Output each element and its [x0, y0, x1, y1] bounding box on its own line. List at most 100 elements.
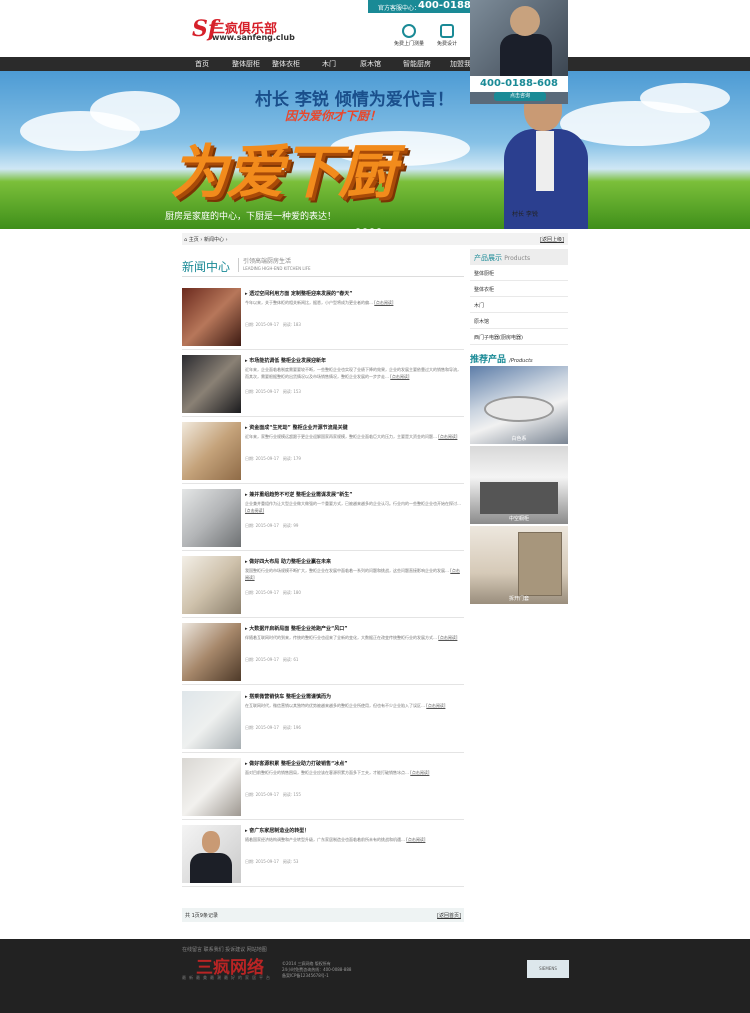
news-title[interactable]: ▸ 资金面成“生死劫” 整柜企业开源节流是关键: [245, 424, 348, 431]
breadcrumb-home[interactable]: 主页: [189, 237, 199, 243]
bullet-icon: ▸: [245, 626, 248, 632]
news-title[interactable]: ▸ 奋广东家居制造业的转型！: [245, 827, 309, 834]
site-footer: 在线留言 联系我们 投诉建议 网站地图 三疯网络 最新最美最潮最好的家居平台 ©…: [0, 939, 750, 1013]
news-item[interactable]: ▸ 做好四大布局 助力整柜企业赢在未来 我国整柜行业的市场规模不断扩大，整柜企业在…: [182, 556, 464, 618]
news-title[interactable]: ▸ 大数据开启新局面 整柜企业抢跑产业“风口”: [245, 625, 348, 632]
news-views: 阅读: 179: [282, 456, 301, 461]
read-more-link[interactable]: [点击阅读]: [245, 508, 264, 513]
floating-ad[interactable]: 400-0188-608 点击咨询: [470, 0, 568, 104]
nav-item-smart-kitchen[interactable]: 智能厨房: [403, 59, 431, 69]
read-more-link[interactable]: [点击阅读]: [426, 703, 445, 708]
design-link[interactable]: 免费设计: [432, 24, 462, 47]
read-more-link[interactable]: [点击阅读]: [406, 837, 425, 842]
news-thumbnail[interactable]: [182, 758, 241, 816]
site-logo[interactable]: Sf 三疯俱乐部 www.sanfeng.club: [192, 16, 322, 44]
recommend-product[interactable]: 拆开门套: [470, 526, 568, 604]
product-caption: 中空橱柜: [508, 516, 529, 522]
news-item[interactable]: ▸ 奋广东家居制造业的转型！ 随着国家经济结构调整和产业转型升级，广东家居制造业也…: [182, 825, 464, 887]
page-subtitle: 引领高端厨房生活 LEADING HIGH-END KITCHEN LIFE: [238, 258, 311, 272]
news-item[interactable]: ▸ 搭乘微营销快车 整柜企业需谨慎而为在互联网时代，微信营销以其独特的优势被越来…: [182, 691, 464, 753]
news-excerpt-text: 近年来，企业面临着制度需要要较不断，一些整柜企业也实现了业绩下降的效果，企业的发…: [245, 367, 461, 379]
nav-item-wood[interactable]: 原木馆: [360, 59, 381, 69]
sidebar-item-cabinets[interactable]: 整体厨柜: [470, 265, 568, 281]
news-excerpt: 伴随着互联网时代的到来，传统的整柜行业也迎来了全新的变化，大数据正在改变传统整柜…: [245, 634, 461, 649]
person-shirt: [536, 131, 554, 191]
sidebar-item-wardrobes[interactable]: 整体衣柜: [470, 281, 568, 297]
news-thumbnail[interactable]: [182, 489, 241, 547]
nav-item-cabinets[interactable]: 整体厨柜: [232, 59, 260, 69]
carousel-dot[interactable]: [363, 228, 367, 229]
news-item[interactable]: ▸ 市场能抗调低 整柜企业发展迎新年近年来，企业面临着制度需要要较不断，一些整柜…: [182, 355, 464, 417]
footer-links[interactable]: 在线留言 联系我们 投诉建议 网站地图: [182, 946, 267, 953]
nav-item-join[interactable]: 加盟我: [450, 59, 471, 69]
siemens-badge[interactable]: SIEMENS: [527, 960, 569, 978]
news-title-text: 市场能抗调低 整柜企业发展迎新年: [249, 358, 327, 364]
news-title[interactable]: ▸ 做好四大布局 助力整柜企业赢在未来: [245, 558, 331, 565]
news-meta: 日期: 2015-09-17 阅读: 153: [245, 389, 301, 395]
carousel-dot[interactable]: [377, 228, 381, 229]
carousel-dot[interactable]: [370, 228, 374, 229]
news-title-text: 大数据开启新局面 整柜企业抢跑产业“风口”: [249, 626, 348, 632]
news-thumbnail[interactable]: [182, 556, 241, 614]
news-item[interactable]: ▸ 资金面成“生死劫” 整柜企业开源节流是关键近年来，家整行业规模远超跟于更企业…: [182, 422, 464, 484]
sidebar-item-wood[interactable]: 原木馆: [470, 313, 568, 329]
nav-item-wardrobes[interactable]: 整体衣柜: [272, 59, 300, 69]
news-title[interactable]: ▸ 做好客源积累 整柜企业助力打破销售“冰点”: [245, 760, 348, 767]
nav-item-doors[interactable]: 木门: [322, 59, 336, 69]
news-title-text: 搭乘微营销快车 整柜企业需谨慎而为: [249, 694, 332, 700]
news-thumbnail[interactable]: [182, 691, 241, 749]
carousel-dot[interactable]: [356, 228, 360, 229]
news-title[interactable]: ▸ 市场能抗调低 整柜企业发展迎新年: [245, 357, 326, 364]
banner-caption: 村长 李锐: [512, 211, 538, 218]
logo-url: www.sanfeng.club: [212, 33, 295, 42]
sidebar-item-siemens[interactable]: 西门子电器(厨房电器): [470, 329, 568, 345]
news-thumbnail[interactable]: [182, 355, 241, 413]
read-more-link[interactable]: [点击阅读]: [438, 635, 457, 640]
news-views: 阅读: 61: [282, 657, 299, 662]
banner-headline: 为爱下厨: [170, 138, 396, 206]
return-home-link[interactable]: [返回首页]: [437, 912, 461, 919]
news-excerpt-text: 伴随着互联网时代的到来，传统的整柜行业也迎来了全新的变化，大数据正在改变传统整柜…: [245, 635, 437, 640]
home-icon: ⌂: [184, 237, 188, 243]
read-more-link[interactable]: [点击阅读]: [410, 770, 429, 775]
bullet-icon: ▸: [245, 694, 248, 700]
news-date: 日期: 2015-09-17: [245, 456, 279, 461]
news-meta: 日期: 2015-09-17 阅读: 53: [245, 859, 298, 865]
back-link[interactable]: [返回上级]: [540, 236, 564, 243]
news-excerpt: 随着国家经济结构调整和产业转型升级，广东家居制造业也面临着前所未有的挑战和机遇……: [245, 836, 461, 851]
news-meta: 日期: 2015-09-17 阅读: 155: [245, 792, 301, 798]
read-more-link[interactable]: [点击阅读]: [390, 374, 409, 379]
recommend-product[interactable]: 中空橱柜: [470, 446, 568, 524]
hero-banner[interactable]: 村长 李锐 倾情为爱代言！ 因为爱你才下厨！ 为爱下厨 厨房是家庭的中心，下厨是…: [0, 71, 750, 229]
read-more-link[interactable]: [点击阅读]: [374, 300, 393, 305]
page-subtitle-cn: 引领高端厨房生活: [243, 258, 292, 265]
sidebar-item-label: 西门子电器(厨房电器): [474, 335, 523, 341]
carousel-dots[interactable]: [356, 217, 384, 229]
measure-link[interactable]: 免费上门测量: [394, 24, 424, 47]
news-item[interactable]: ▸ 做好客源积累 整柜企业助力打破销售“冰点” 面对目前整柜行业的销售困局，整柜企…: [182, 758, 464, 820]
ad-consult-button[interactable]: 点击咨询: [494, 92, 546, 101]
news-title[interactable]: ▸ 搭乘微营销快车 整柜企业需谨慎而为: [245, 693, 331, 700]
news-thumbnail[interactable]: [182, 422, 241, 480]
ad-phone-number: 400-0188-608: [470, 76, 568, 92]
news-date: 日期: 2015-09-17: [245, 523, 279, 528]
news-excerpt: 在互联网时代，微信营销以其独特的优势被越来越多的整柜企业所使用，但也有不少企业陷…: [245, 702, 461, 717]
footer-info: ©2014 三疯网络 版权所有 24小时免费咨询热线：400-0088-888 …: [282, 961, 351, 979]
news-date: 日期: 2015-09-17: [245, 389, 279, 394]
news-item[interactable]: ▸ 兼并重组趋势不可逆 整柜企业需谋发展“新生” 企业兼并重组作为让大型企业做大做…: [182, 489, 464, 551]
news-title[interactable]: ▸ 透过空间利用方面 定制整柜迎来发展的“春天”: [245, 290, 353, 297]
news-title[interactable]: ▸ 兼并重组趋势不可逆 整柜企业需谋发展“新生”: [245, 491, 353, 498]
read-more-link[interactable]: [点击阅读]: [438, 434, 457, 439]
news-thumbnail[interactable]: [182, 825, 241, 883]
news-thumbnail[interactable]: [182, 623, 241, 681]
sidebar-item-doors[interactable]: 木门: [470, 297, 568, 313]
page-subtitle-en: LEADING HIGH-END KITCHEN LIFE: [243, 266, 311, 271]
news-excerpt: 近年来，家整行业规模远超跟于更企业迎解国家再家规模，整柜企业面临巨大的压力，主要…: [245, 433, 461, 448]
news-item[interactable]: ▸ 透过空间利用方面 定制整柜迎来发展的“春天” 今年以来，关于整体柜的相关新闻比…: [182, 288, 464, 350]
recommend-product[interactable]: 白色系: [470, 366, 568, 444]
page-title: 新闻中心: [182, 260, 231, 274]
news-thumbnail[interactable]: [182, 288, 241, 346]
nav-item-home[interactable]: 首页: [195, 59, 209, 69]
news-item[interactable]: ▸ 大数据开启新局面 整柜企业抢跑产业“风口” 伴随着互联网时代的到来，传统的整柜…: [182, 623, 464, 685]
measure-icon: [402, 24, 416, 38]
